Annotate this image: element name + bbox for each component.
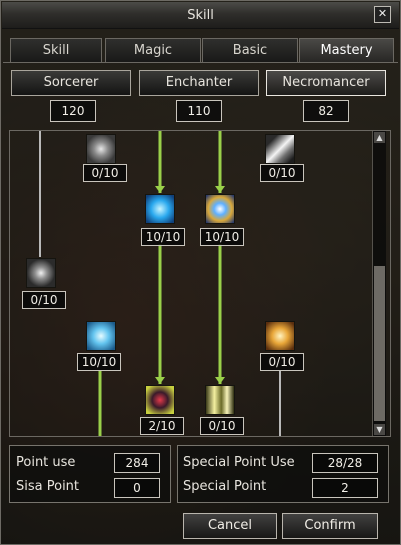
scroll-down-icon[interactable]: ▼ <box>374 424 385 435</box>
school-enchanter-button[interactable]: Enchanter <box>139 70 259 96</box>
skill-level: 0/10 <box>83 164 127 182</box>
tab-skill[interactable]: Skill <box>10 38 102 63</box>
snowflake-icon[interactable] <box>26 258 56 288</box>
points-panel: Point use 284 Sisa Point 0 <box>9 445 171 503</box>
grey-burst-icon[interactable] <box>86 134 116 164</box>
skill-window: Skill ✕ Skill Magic Basic Mastery Sorcer… <box>0 0 401 545</box>
tab-magic[interactable]: Magic <box>105 38 201 63</box>
connector-arrow <box>155 377 165 384</box>
scroll-up-icon[interactable]: ▲ <box>374 132 385 143</box>
school-necromancer-button[interactable]: Necromancer <box>266 70 386 96</box>
confirm-button[interactable]: Confirm <box>282 513 378 539</box>
skill-level: 0/10 <box>22 291 66 309</box>
white-slash-icon[interactable] <box>265 134 295 164</box>
enchanter-points: 110 <box>176 100 222 122</box>
blue-swirl-icon[interactable] <box>145 194 175 224</box>
skill-level: 0/10 <box>200 417 244 435</box>
flame-aura-icon[interactable] <box>265 321 295 351</box>
close-icon[interactable]: ✕ <box>374 6 391 23</box>
dark-skull-icon[interactable] <box>145 385 175 415</box>
ice-crystal-icon[interactable] <box>86 321 116 351</box>
connector-arrow <box>215 377 225 384</box>
light-beams-icon[interactable] <box>205 385 235 415</box>
sisa-point-value: 0 <box>114 478 160 498</box>
special-points-panel: Special Point Use 28/28 Special Point 2 <box>177 445 389 503</box>
scroll-thumb[interactable] <box>374 266 385 421</box>
skill-level: 2/10 <box>140 417 184 435</box>
shield-gold-icon[interactable] <box>205 194 235 224</box>
sisa-point-label: Sisa Point <box>16 479 80 494</box>
connector-arrow <box>155 186 165 193</box>
tab-basic[interactable]: Basic <box>202 38 298 63</box>
skill-level: 0/10 <box>260 353 304 371</box>
tab-divider <box>3 62 398 63</box>
point-use-value: 284 <box>114 453 160 473</box>
sorcerer-points: 120 <box>50 100 96 122</box>
connector-arrow <box>215 186 225 193</box>
cancel-button[interactable]: Cancel <box>183 513 277 539</box>
skill-tree: 0/10 0/10 10/10 10/10 0/10 10/10 0/10 2/… <box>9 130 391 437</box>
special-point-label: Special Point <box>183 479 267 494</box>
skill-level: 10/10 <box>77 353 121 371</box>
point-use-label: Point use <box>16 455 76 470</box>
necromancer-points: 82 <box>303 100 349 122</box>
skill-level: 0/10 <box>260 164 304 182</box>
tab-mastery[interactable]: Mastery <box>299 38 394 63</box>
school-sorcerer-button[interactable]: Sorcerer <box>11 70 131 96</box>
special-point-use-label: Special Point Use <box>183 455 295 470</box>
skill-level: 10/10 <box>141 228 185 246</box>
skill-tree-scrollbar[interactable]: ▲ ▼ <box>372 131 386 436</box>
skill-connectors <box>39 131 281 436</box>
special-point-value: 2 <box>312 478 378 498</box>
window-title: Skill <box>187 8 214 23</box>
title-bar[interactable]: Skill ✕ <box>2 2 399 29</box>
special-point-use-value: 28/28 <box>312 453 378 473</box>
skill-level: 10/10 <box>200 228 244 246</box>
